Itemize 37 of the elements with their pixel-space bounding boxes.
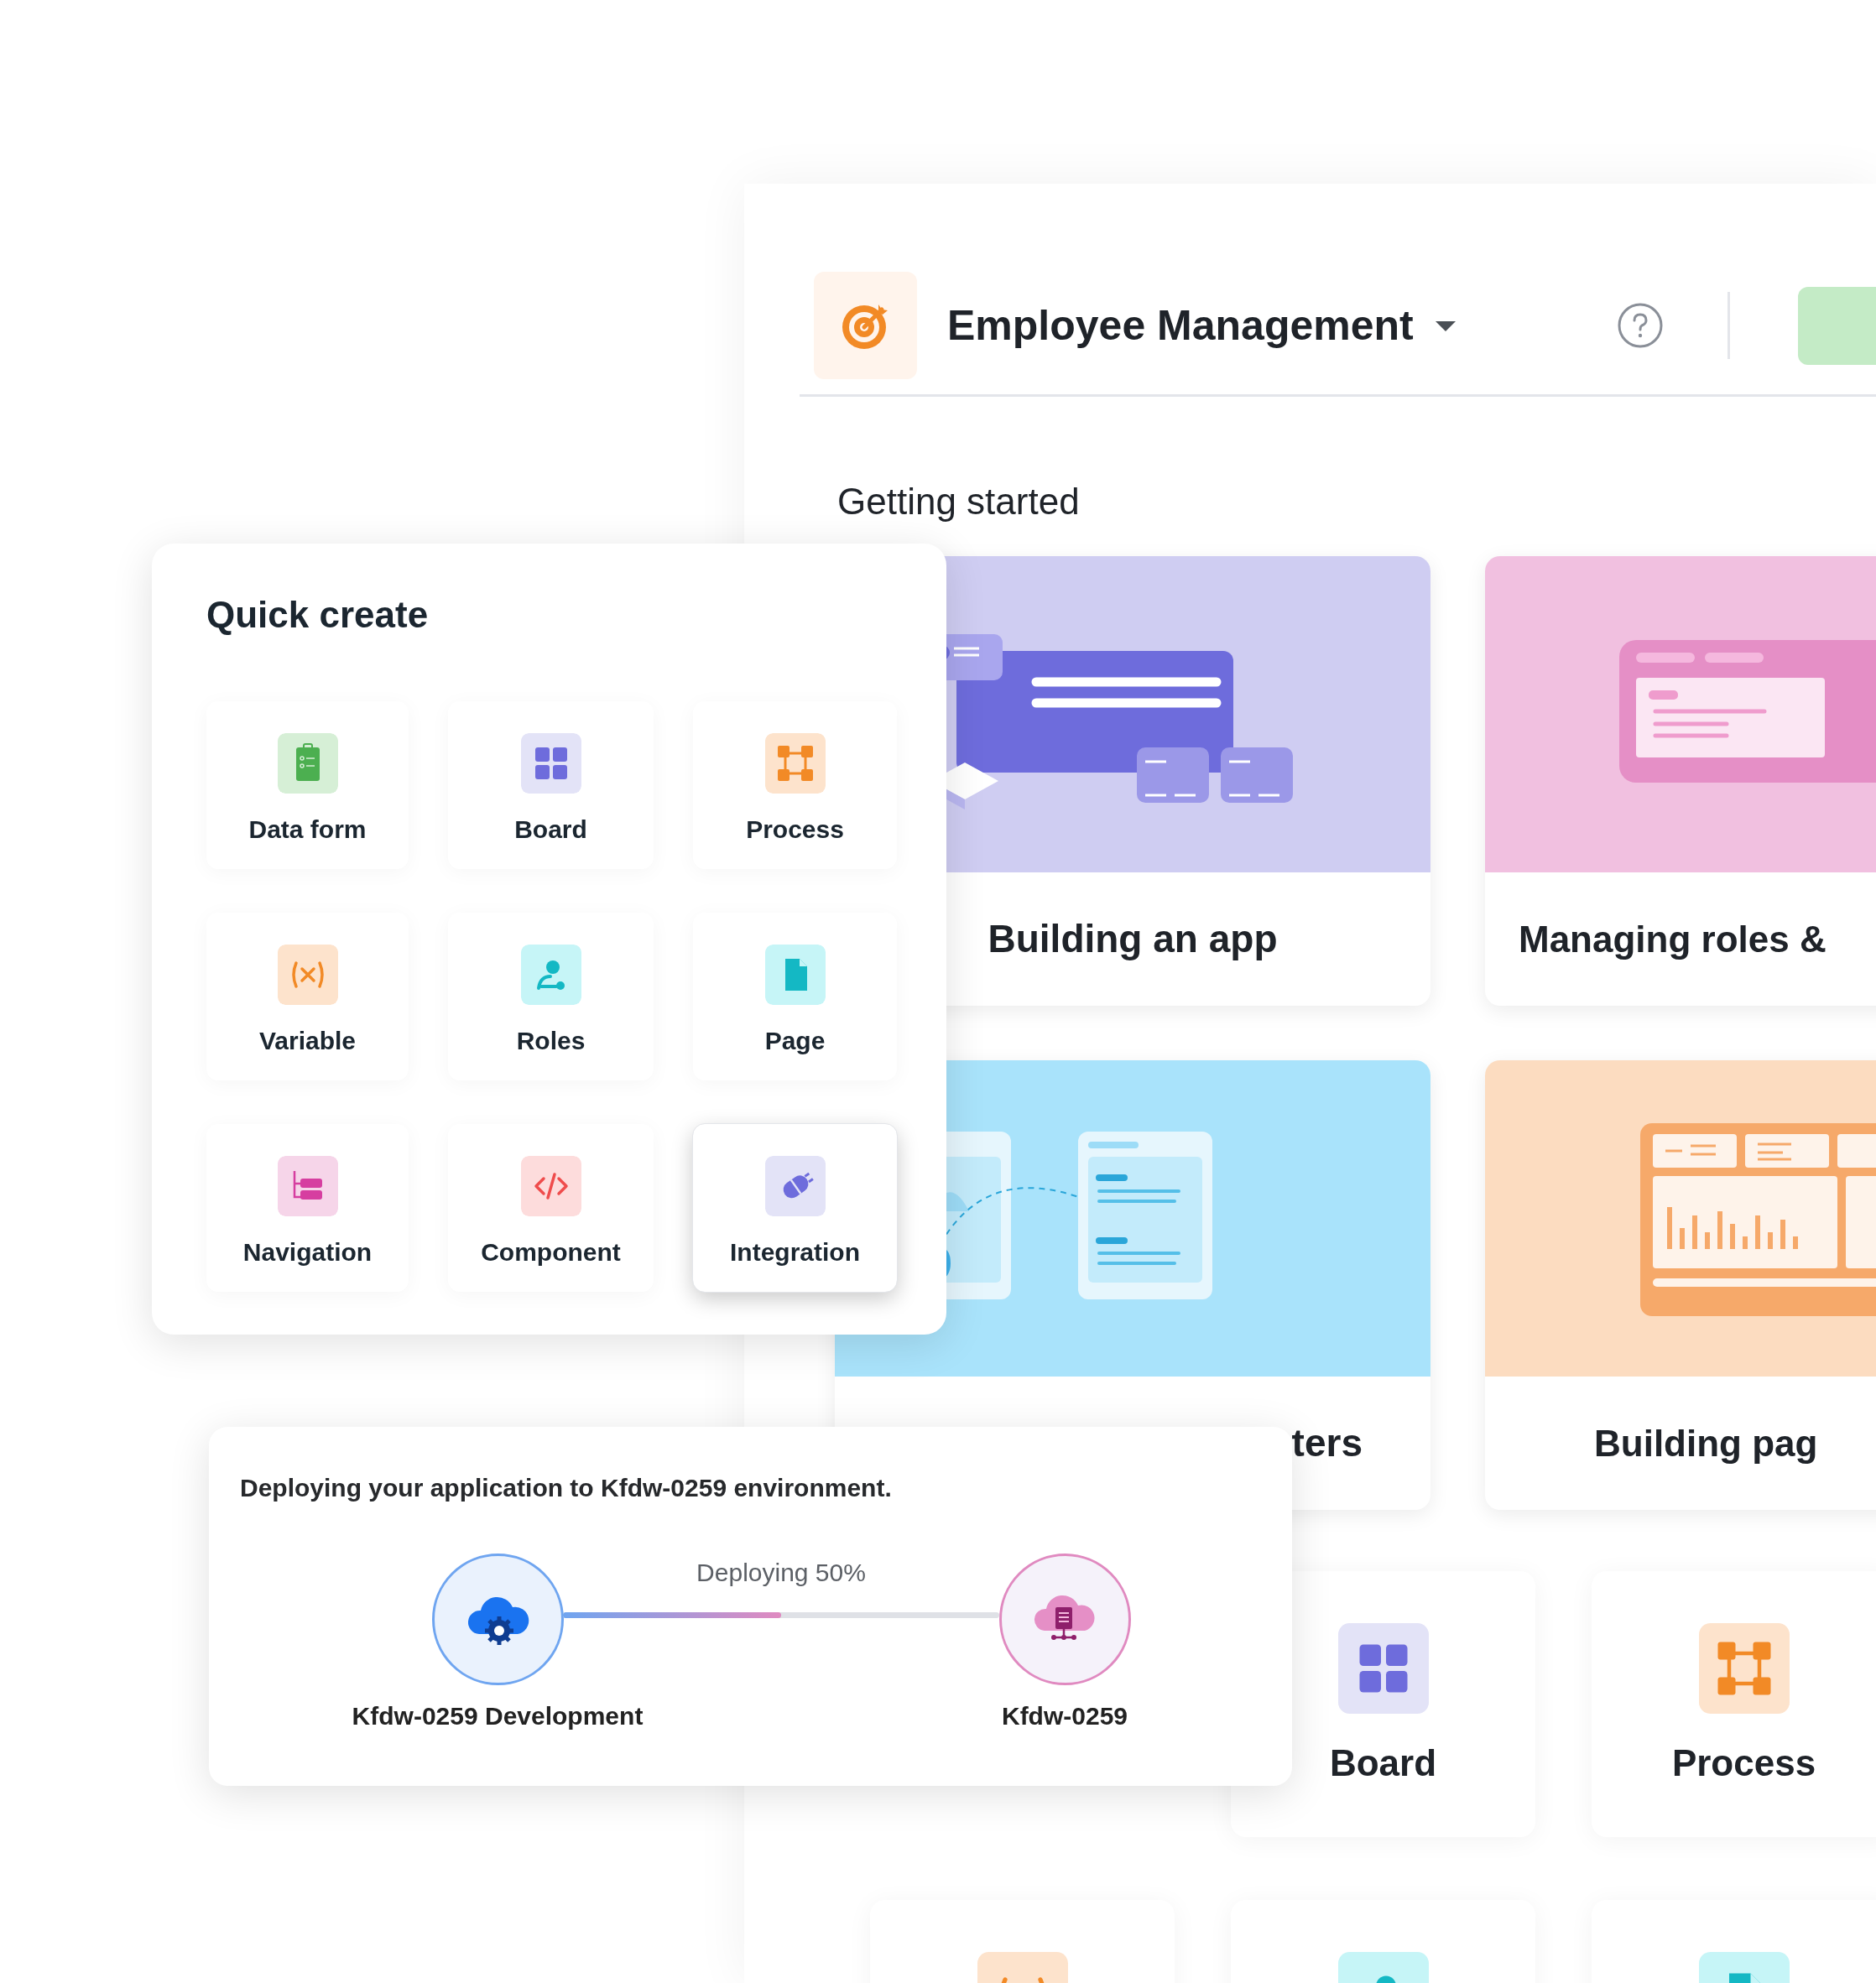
quick-create-item[interactable]: Board xyxy=(448,701,654,869)
quick-create-item[interactable]: Data form xyxy=(206,701,409,869)
quick-create-item[interactable]: Integration xyxy=(693,1124,897,1292)
quick-create-item[interactable]: Navigation xyxy=(206,1124,409,1292)
action-button[interactable] xyxy=(1797,286,1876,365)
card-title: Building an app xyxy=(987,916,1279,962)
app-title: Employee Management xyxy=(947,300,1414,351)
document-icon xyxy=(764,945,826,1005)
section-heading: Getting started xyxy=(837,480,1081,523)
quick-create-item[interactable]: Page xyxy=(693,913,897,1080)
tutorial-card[interactable]: Managing roles & xyxy=(1485,556,1876,1006)
card-title: Building pag xyxy=(1593,1422,1819,1465)
plug-icon xyxy=(764,1156,826,1216)
quick-create-item[interactable]: Variable xyxy=(206,913,409,1080)
environment-label: Kfdw-0259 xyxy=(1001,1701,1128,1731)
code-icon xyxy=(520,1156,581,1216)
tutorial-card[interactable]: Building pag xyxy=(1485,1060,1876,1510)
deployment-status: Deploying 50% xyxy=(696,1558,866,1588)
quick-create-item[interactable]: Process xyxy=(693,701,897,869)
grid-icon xyxy=(520,733,581,794)
clipboard-icon xyxy=(277,733,338,794)
user-key-icon xyxy=(520,945,581,1005)
panel-title: Quick create xyxy=(206,593,430,637)
create-tile[interactable]: Process xyxy=(1592,1571,1876,1837)
help-icon[interactable] xyxy=(1616,302,1664,349)
nodes-icon xyxy=(764,733,826,794)
tile-label: Board xyxy=(1329,1741,1437,1785)
quick-create-item[interactable]: Roles xyxy=(448,913,654,1080)
nodes-icon xyxy=(1698,1623,1790,1714)
logo-icon xyxy=(814,272,917,379)
tile-label: Process xyxy=(1671,1741,1816,1785)
hierarchy-icon xyxy=(277,1156,338,1216)
environment-label: Kfdw-0259 Development xyxy=(352,1701,644,1731)
quick-create-item[interactable]: Component xyxy=(448,1124,654,1292)
variable-icon xyxy=(277,945,338,1005)
card-title: Managing roles & xyxy=(1518,918,1827,961)
grid-icon xyxy=(1337,1623,1429,1714)
